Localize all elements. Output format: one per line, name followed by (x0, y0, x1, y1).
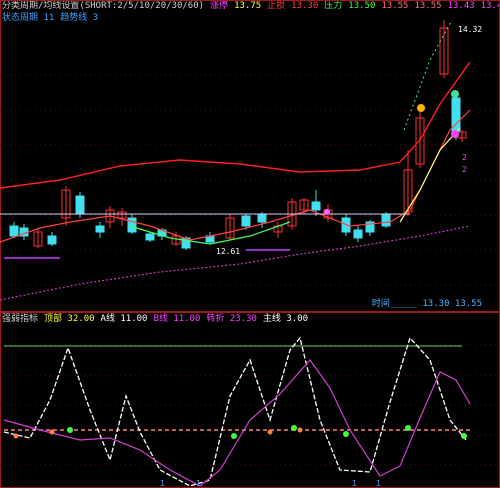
price-label-low: 12.61 (216, 247, 240, 256)
price-label-mid: 2 (462, 153, 467, 162)
candle-body (241, 215, 251, 227)
main-border (0, 0, 500, 312)
ma-red-line (0, 61, 471, 189)
indicator-dot (231, 433, 237, 439)
signal-dot (451, 130, 459, 138)
signal-dot (451, 90, 459, 98)
candle-body (9, 225, 19, 237)
indicator-dot (13, 433, 19, 439)
candle-body (75, 195, 85, 215)
signal-dot (417, 104, 425, 112)
indicator-marker: 1 (376, 479, 381, 488)
candle-body (47, 235, 57, 245)
signal-dot (324, 209, 330, 215)
candle-body (95, 225, 105, 233)
indicator-panel: 1 1 1 1 (3, 336, 471, 488)
price-label-high: 14.32 (458, 25, 482, 34)
indicator-marker: 1 (352, 479, 357, 488)
indicator-dot (267, 429, 273, 435)
candle-body (311, 201, 321, 211)
candle-body (257, 213, 267, 223)
ma-short-red (0, 109, 471, 243)
ma-yellow-line (399, 127, 461, 223)
candle-body (145, 233, 155, 241)
trend-dotted (403, 19, 453, 131)
main-price-panel: 14.32 12.61 2 2 (0, 19, 482, 301)
stock-chart-canvas[interactable]: 14.32 12.61 2 2 1 1 1 1 (0, 0, 500, 488)
candle-body (127, 217, 137, 233)
candle-body (353, 229, 363, 239)
price-label-mid: 2 (462, 165, 467, 174)
indicator-dot (67, 427, 73, 433)
indicator-border (0, 312, 500, 488)
indicator-dot (297, 427, 303, 433)
indicator-dot (405, 425, 411, 431)
candle-body (381, 213, 391, 227)
ma-purple-dotted (0, 225, 471, 301)
indicator-marker: 1 (196, 479, 201, 488)
indicator-marker: 1 (160, 479, 165, 488)
indicator-dot (343, 431, 349, 437)
indicator-dot (49, 429, 55, 435)
indicator-magenta-line (3, 359, 471, 487)
indicator-dot (291, 425, 297, 431)
indicator-white-line (3, 336, 467, 487)
indicator-dot (461, 433, 467, 439)
